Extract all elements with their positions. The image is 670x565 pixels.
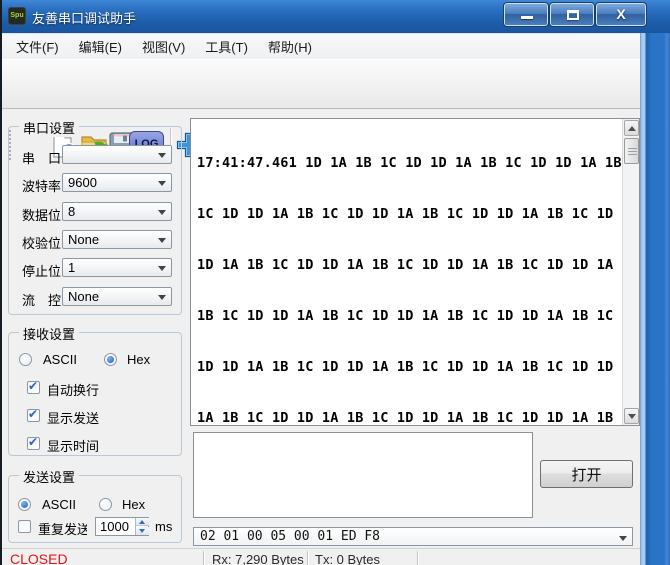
close-icon: X [597,4,645,25]
parity-label: 校验位 [22,233,61,252]
status-bar: CLOSED Rx: 7,290 Bytes Tx: 0 Bytes [2,548,640,565]
app-icon: Spu [8,7,26,25]
menu-file[interactable]: 文件(F) [6,33,69,60]
databits-select[interactable]: 8 [62,202,172,221]
toolbar: LOG [2,59,640,109]
chevron-down-icon [158,295,166,300]
show-send-label[interactable]: 显示发送 [47,408,99,427]
parity-select[interactable]: None [62,230,172,249]
interval-input[interactable] [96,518,135,535]
send-settings-title: 发送设置 [19,467,79,486]
recv-ascii-radio[interactable] [19,353,32,366]
baud-label: 波特率 [22,176,61,195]
send-message-textarea[interactable] [193,432,533,518]
flowctrl-value: None [68,289,99,304]
send-command-combo[interactable]: 02 01 00 05 00 01 ED F8 [193,527,633,546]
hex-line: 1D 1A 1B 1C 1D 1D 1A 1B 1C 1D 1D 1A 1B 1… [197,257,622,274]
chevron-down-icon [158,238,166,243]
stopbits-value: 1 [68,260,75,275]
connection-status: CLOSED [10,551,68,565]
chevron-down-icon [158,181,166,186]
receive-settings-title: 接收设置 [19,324,79,343]
baud-select[interactable]: 9600 [62,173,172,192]
parity-value: None [68,232,99,247]
hex-lines: 17:41:47.461 1D 1A 1B 1C 1D 1D 1A 1B 1C … [197,121,622,426]
interval-unit-label: ms [155,519,172,534]
title-bar: Spu 友善串口调试助手 X [0,0,670,33]
menu-edit[interactable]: 编辑(E) [69,33,132,60]
recv-ascii-label[interactable]: ASCII [43,352,77,367]
app-window: Spu 友善串口调试助手 X 文件(F) 编辑(E) 视图(V) 工具(T) 帮… [0,0,670,565]
scroll-up-icon[interactable] [624,120,639,136]
statusbar-separator [203,551,204,565]
flowctrl-label: 流 控 [22,290,61,309]
send-hex-label[interactable]: Hex [122,497,145,512]
statusbar-separator [417,551,418,565]
recv-hex-label[interactable]: Hex [127,352,150,367]
port-label: 串 口 [22,148,61,167]
tx-counter: Tx: 0 Bytes [315,552,415,565]
hex-line: 1B 1C 1D 1D 1A 1B 1C 1D 1D 1A 1B 1C 1D 1… [197,308,622,325]
stopbits-select[interactable]: 1 [62,258,172,277]
baud-value: 9600 [68,175,97,190]
minimize-button[interactable] [504,3,548,26]
spin-down-icon[interactable] [136,527,149,535]
window-right-border [640,33,670,565]
hex-line: 1D 1D 1A 1B 1C 1D 1D 1A 1B 1C 1D 1D 1A 1… [197,359,622,376]
auto-newline-checkbox[interactable] [27,381,40,394]
rx-counter: Rx: 7,290 Bytes [212,552,307,565]
databits-value: 8 [68,204,75,219]
window-left-border [0,0,2,565]
show-send-checkbox[interactable] [27,409,40,422]
scroll-down-icon[interactable] [624,408,639,424]
open-port-button[interactable]: 打开 [540,460,633,488]
hex-line: 1C 1D 1D 1A 1B 1C 1D 1D 1A 1B 1C 1D 1D 1… [197,206,622,223]
serial-settings-title: 串口设置 [19,118,79,137]
send-hex-radio[interactable] [99,498,112,511]
repeat-send-label[interactable]: 重复发送 [38,519,87,538]
minimize-icon [521,16,533,19]
maximize-button[interactable] [550,3,594,26]
interval-stepper [95,517,149,536]
spin-up-icon[interactable] [136,518,149,526]
chevron-down-icon [158,266,166,271]
close-button[interactable]: X [596,3,646,26]
flowctrl-select[interactable]: None [62,287,172,306]
chevron-down-icon [619,536,627,541]
hex-line: 1A 1B 1C 1D 1D 1A 1B 1C 1D 1D 1A 1B 1C 1… [197,410,622,426]
chevron-down-icon [158,210,166,215]
scrollbar-thumb[interactable] [624,138,639,164]
maximize-icon [567,10,579,20]
receive-data-view[interactable]: 17:41:47.461 1D 1A 1B 1C 1D 1D 1A 1B 1C … [190,118,640,426]
vertical-scrollbar[interactable] [622,119,639,425]
chevron-down-icon [158,153,166,158]
send-command-value: 02 01 00 05 00 01 ED F8 [200,529,380,544]
stopbits-label: 停止位 [22,261,61,280]
menu-bar: 文件(F) 编辑(E) 视图(V) 工具(T) 帮助(H) [2,33,640,59]
send-ascii-label[interactable]: ASCII [42,497,76,512]
menu-tools[interactable]: 工具(T) [195,33,258,60]
recv-hex-radio[interactable] [104,353,117,366]
auto-newline-label[interactable]: 自动换行 [47,380,99,399]
send-ascii-radio[interactable] [18,498,31,511]
port-select[interactable] [62,145,172,164]
databits-label: 数据位 [22,205,61,224]
statusbar-separator [307,551,308,565]
menu-help[interactable]: 帮助(H) [258,33,322,60]
repeat-send-checkbox[interactable] [18,520,31,533]
caption-buttons: X [502,3,646,26]
window-title: 友善串口调试助手 [32,8,136,27]
show-time-label[interactable]: 显示时间 [47,436,99,455]
menu-view[interactable]: 视图(V) [132,33,195,60]
show-time-checkbox[interactable] [27,437,40,450]
hex-line: 17:41:47.461 1D 1A 1B 1C 1D 1D 1A 1B 1C … [197,155,622,172]
